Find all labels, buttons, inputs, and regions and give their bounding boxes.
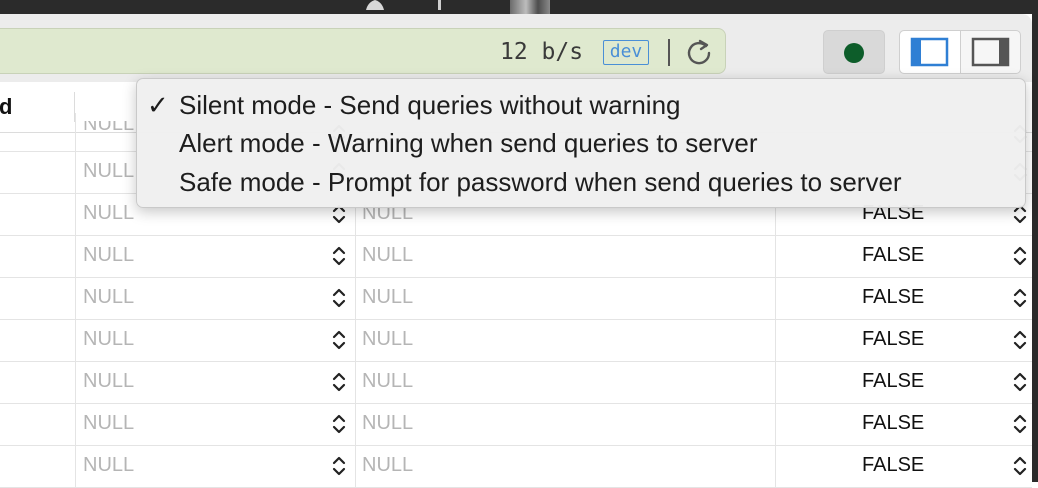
cell-divider	[75, 319, 76, 361]
table-row[interactable]: NULL NULL FALSE	[0, 277, 1032, 320]
table-row[interactable]: NULL NULL FALSE	[0, 403, 1032, 446]
cell-divider	[75, 445, 76, 487]
panel-toggle-group	[899, 30, 1021, 74]
cell-value[interactable]: NULL	[83, 244, 134, 267]
right-sidebar-icon	[971, 37, 1010, 67]
environment-badge: dev	[603, 40, 649, 65]
cell-divider	[75, 361, 76, 403]
cell-divider	[775, 319, 776, 361]
cell-value[interactable]: FALSE	[862, 370, 924, 393]
cell-value[interactable]: NULL	[83, 286, 134, 309]
connection-status-field[interactable]: 12 b/s dev	[0, 28, 726, 74]
cell-divider	[355, 445, 356, 487]
cell-value[interactable]: NULL	[83, 328, 134, 351]
cell-divider	[355, 319, 356, 361]
menu-item-alert-mode[interactable]: Alert mode - Warning when send queries t…	[137, 124, 1025, 162]
cell-divider	[75, 193, 76, 235]
cell-value[interactable]: NULL	[83, 454, 134, 477]
table-row[interactable]: NULL NULL FALSE	[0, 361, 1032, 404]
menu-item-label: Safe mode - Prompt for password when sen…	[179, 167, 902, 197]
cell-value[interactable]: FALSE	[862, 244, 924, 267]
cell-divider	[75, 235, 76, 277]
menu-item-silent-mode[interactable]: ✓ Silent mode - Send queries without war…	[137, 86, 1025, 124]
table-row[interactable]: NULL NULL FALSE	[0, 235, 1032, 278]
cell-divider	[75, 403, 76, 445]
stepper-icon[interactable]	[1012, 245, 1028, 267]
cell-value[interactable]: NULL	[83, 412, 134, 435]
cell-value[interactable]: NULL	[362, 244, 413, 267]
stepper-icon[interactable]	[331, 413, 347, 435]
toggle-right-panel-button[interactable]	[961, 31, 1020, 73]
stepper-icon[interactable]	[331, 329, 347, 351]
toggle-left-panel-button[interactable]	[900, 31, 961, 73]
cell-value[interactable]: FALSE	[862, 286, 924, 309]
stepper-icon[interactable]	[1012, 413, 1028, 435]
cell-value[interactable]: NULL	[83, 160, 134, 183]
record-dot-icon	[844, 43, 864, 63]
checkmark-icon: ✓	[147, 90, 169, 120]
cell-divider	[355, 235, 356, 277]
reload-icon[interactable]	[684, 37, 714, 67]
cell-value[interactable]: NULL	[362, 454, 413, 477]
cell-value[interactable]: FALSE	[862, 454, 924, 477]
left-sidebar-icon	[910, 37, 949, 67]
cell-value[interactable]: NULL	[362, 370, 413, 393]
stepper-icon[interactable]	[1012, 287, 1028, 309]
stepper-icon[interactable]	[331, 371, 347, 393]
cell-divider	[355, 277, 356, 319]
cell-value[interactable]: NULL	[362, 328, 413, 351]
cell-value[interactable]: FALSE	[862, 328, 924, 351]
cell-value[interactable]: NULL	[83, 121, 134, 136]
cell-divider	[775, 235, 776, 277]
stepper-icon[interactable]	[1012, 455, 1028, 477]
menu-bar-separator	[438, 0, 441, 10]
cell-divider	[775, 277, 776, 319]
query-mode-button[interactable]	[823, 30, 885, 74]
cell-value[interactable]: NULL	[83, 202, 134, 225]
cell-value[interactable]: NULL	[362, 412, 413, 435]
status-divider	[668, 39, 670, 66]
cell-value[interactable]: FALSE	[862, 412, 924, 435]
cell-value[interactable]: NULL	[362, 286, 413, 309]
system-menu-bar	[0, 0, 1038, 14]
table-row[interactable]: NULL NULL FALSE	[0, 319, 1032, 362]
notification-bell-icon[interactable]	[360, 0, 390, 10]
cell-value[interactable]: NULL	[83, 370, 134, 393]
cell-divider	[775, 361, 776, 403]
menu-item-label: Alert mode - Warning when send queries t…	[179, 128, 758, 158]
cell-divider	[75, 277, 76, 319]
menu-item-safe-mode[interactable]: Safe mode - Prompt for password when sen…	[137, 163, 1025, 201]
stepper-icon[interactable]	[331, 245, 347, 267]
cell-divider	[355, 403, 356, 445]
user-thumbnail[interactable]	[510, 0, 550, 14]
menu-item-label: Silent mode - Send queries without warni…	[179, 90, 681, 120]
stepper-icon[interactable]	[331, 287, 347, 309]
cell-divider	[775, 403, 776, 445]
window-edge	[1032, 14, 1038, 482]
stepper-icon[interactable]	[1012, 329, 1028, 351]
stepper-icon[interactable]	[1012, 371, 1028, 393]
cell-divider	[75, 113, 76, 155]
query-mode-menu: ✓ Silent mode - Send queries without war…	[136, 78, 1026, 208]
stepper-icon[interactable]	[331, 455, 347, 477]
cell-divider	[75, 151, 76, 193]
cell-divider	[775, 445, 776, 487]
cell-divider	[355, 361, 356, 403]
transfer-rate: 12 b/s	[500, 39, 584, 65]
